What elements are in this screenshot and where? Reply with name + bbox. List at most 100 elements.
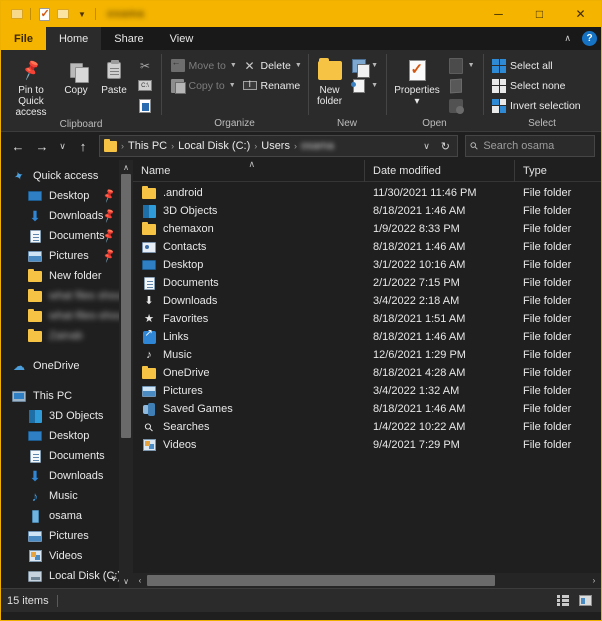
properties-button[interactable]: Properties ▾ (391, 54, 444, 107)
select-none-button[interactable]: Select none (487, 76, 585, 95)
minimize-button[interactable]: ─ (478, 1, 519, 27)
sidebar-item-onedrive[interactable]: ☁OneDrive (1, 356, 133, 376)
cut-button[interactable]: ✂ (133, 56, 157, 75)
table-row[interactable]: ♪Music12/6/2021 1:29 PMFile folder (133, 346, 601, 364)
table-row[interactable]: ⬇Downloads3/4/2022 2:18 AMFile folder (133, 292, 601, 310)
cell-name[interactable]: .android (133, 185, 365, 201)
cell-name[interactable]: 3D Objects (133, 203, 365, 219)
sidebar-item-what-files-shoul[interactable]: what files shoul (1, 286, 133, 306)
invert-selection-button[interactable]: Invert selection (487, 96, 585, 115)
breadcrumb[interactable]: › This PC › Local Disk (C:) › Users › os… (99, 135, 458, 157)
table-row[interactable]: 3D Objects8/18/2021 1:46 AMFile folder (133, 202, 601, 220)
sidebar-scrollbar[interactable]: ∧ ∨ (119, 160, 133, 588)
table-row[interactable]: ★Favorites8/18/2021 1:51 AMFile folder (133, 310, 601, 328)
open-button[interactable]: ▼ (444, 56, 479, 75)
refresh-icon[interactable]: ↻ (436, 140, 455, 153)
help-icon[interactable]: ? (582, 31, 597, 46)
column-header-type[interactable]: Type (515, 160, 601, 182)
cell-name[interactable]: Contacts (133, 239, 365, 255)
scroll-right-icon[interactable]: › (587, 573, 601, 588)
scroll-down-icon[interactable]: ∨ (119, 574, 133, 588)
folder-icon[interactable] (55, 6, 71, 22)
cell-name[interactable]: Documents (133, 275, 365, 291)
tab-share[interactable]: Share (101, 27, 156, 50)
cell-name[interactable]: ⬇Downloads (133, 293, 365, 309)
pin-to-quick-access-button[interactable]: 📌 Pin to Quick access (5, 54, 57, 118)
column-header-date-modified[interactable]: Date modified (365, 160, 515, 182)
history-button[interactable] (444, 96, 479, 115)
back-button[interactable]: ← (7, 135, 29, 157)
move-to-button[interactable]: Move to ▼ (166, 56, 238, 75)
sidebar-item-quick-access[interactable]: ✦Quick access (1, 166, 133, 186)
new-item-button[interactable]: ▼ (347, 56, 382, 75)
paste-shortcut-button[interactable] (133, 96, 157, 115)
sidebar-item-videos[interactable]: Videos (1, 546, 133, 566)
cell-name[interactable]: Saved Games (133, 401, 365, 417)
breadcrumb-local-disk[interactable]: Local Disk (C:) (175, 140, 253, 152)
sidebar-item-this-pc[interactable]: This PC (1, 386, 133, 406)
sidebar-item-documents[interactable]: Documents (1, 446, 133, 466)
table-row[interactable]: Links8/18/2021 1:46 AMFile folder (133, 328, 601, 346)
table-row[interactable]: ⚲Searches1/4/2022 10:22 AMFile folder (133, 418, 601, 436)
cell-name[interactable]: chemaxon (133, 221, 365, 237)
sidebar-item-3d-objects[interactable]: 3D Objects (1, 406, 133, 426)
tab-file[interactable]: File (1, 27, 46, 50)
maximize-button[interactable]: □ (519, 1, 560, 27)
sidebar-item-downloads[interactable]: ⬇Downloads (1, 466, 133, 486)
table-row[interactable]: Documents2/1/2022 7:15 PMFile folder (133, 274, 601, 292)
breadcrumb-current-folder[interactable]: osama (298, 140, 337, 152)
scroll-left-icon[interactable]: ‹ (133, 573, 147, 588)
cell-name[interactable]: OneDrive (133, 365, 365, 381)
search-input[interactable]: ⚲ Search osama (465, 135, 595, 157)
scrollbar-thumb[interactable] (147, 575, 495, 586)
new-folder-button[interactable]: New folder (312, 54, 347, 107)
up-button[interactable]: ↑ (72, 135, 94, 157)
table-row[interactable]: Contacts8/18/2021 1:46 AMFile folder (133, 238, 601, 256)
scrollbar-track[interactable] (119, 174, 133, 574)
edit-button[interactable] (444, 76, 479, 95)
large-icons-view-button[interactable] (575, 592, 595, 610)
breadcrumb-this-pc[interactable]: This PC (125, 140, 170, 152)
breadcrumb-users[interactable]: Users (258, 140, 293, 152)
cell-name[interactable]: ★Favorites (133, 311, 365, 327)
table-row[interactable]: chemaxon1/9/2022 8:33 PMFile folder (133, 220, 601, 238)
customize-caret-icon[interactable]: ▼ (74, 6, 90, 22)
folder-icon[interactable] (9, 6, 25, 22)
expand-chevron-icon[interactable]: ∨ (110, 573, 117, 584)
table-row[interactable]: Pictures3/4/2022 1:32 AMFile folder (133, 382, 601, 400)
forward-button[interactable]: → (31, 135, 53, 157)
sidebar-item-zainab[interactable]: Zainab (1, 326, 133, 346)
scroll-up-icon[interactable]: ∧ (119, 160, 133, 174)
sidebar-item-desktop[interactable]: Desktop📌 (1, 186, 133, 206)
sidebar-item-local-disk-c[interactable]: Local Disk (C:)∨ (1, 566, 133, 586)
rename-button[interactable]: Rename (238, 76, 306, 95)
column-header-name[interactable]: Name ∧ (133, 160, 365, 182)
table-row[interactable]: .android11/30/2021 11:46 PMFile folder (133, 184, 601, 202)
cell-name[interactable]: Links (133, 329, 365, 345)
recent-locations-icon[interactable]: ∨ (55, 135, 70, 157)
cell-name[interactable]: Desktop (133, 257, 365, 273)
sidebar-item-osama[interactable]: osama (1, 506, 133, 526)
cell-name[interactable]: ♪Music (133, 347, 365, 363)
scrollbar-track[interactable] (147, 573, 587, 588)
cell-name[interactable]: Videos (133, 437, 365, 453)
table-row[interactable]: Videos9/4/2021 7:29 PMFile folder (133, 436, 601, 454)
copy-button[interactable]: Copy (57, 54, 95, 96)
horizontal-scrollbar[interactable]: ‹ › (133, 573, 601, 588)
delete-button[interactable]: ✕ Delete ▼ (238, 56, 306, 75)
cell-name[interactable]: ⚲Searches (133, 419, 365, 435)
sidebar-item-documents[interactable]: Documents📌 (1, 226, 133, 246)
sidebar-item-downloads[interactable]: ⬇Downloads📌 (1, 206, 133, 226)
sidebar-item-what-files-shoul[interactable]: what-files-shoul (1, 306, 133, 326)
scrollbar-thumb[interactable] (121, 174, 131, 438)
cell-name[interactable]: Pictures (133, 383, 365, 399)
properties-checkbox-icon[interactable] (36, 6, 52, 22)
sidebar-item-pictures[interactable]: Pictures📌 (1, 246, 133, 266)
paste-button[interactable]: Paste (95, 54, 133, 96)
sidebar-item-desktop[interactable]: Desktop (1, 426, 133, 446)
tab-view[interactable]: View (157, 27, 207, 50)
table-row[interactable]: OneDrive8/18/2021 4:28 AMFile folder (133, 364, 601, 382)
close-button[interactable]: ✕ (560, 1, 601, 27)
table-row[interactable]: Desktop3/1/2022 10:16 AMFile folder (133, 256, 601, 274)
sidebar-item-new-folder[interactable]: New folder (1, 266, 133, 286)
